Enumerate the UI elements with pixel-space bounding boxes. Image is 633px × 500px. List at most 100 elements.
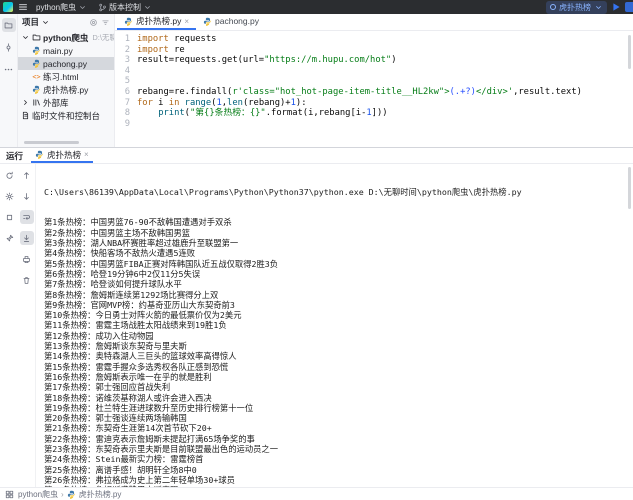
code-text: rebang=re.findall(r'class="hot_hot-page-…: [137, 87, 582, 98]
line-number: 9: [115, 119, 137, 130]
code-line: 8 print("第{}条热榜：{}".format(i,rebang[i-1]…: [115, 108, 633, 119]
arrow-down-button[interactable]: [20, 189, 34, 203]
stop-button[interactable]: [2, 210, 16, 224]
editor-tab-pachong.py[interactable]: pachong.py: [196, 14, 266, 30]
chevron-down-icon: [41, 18, 50, 27]
arrow-up-button[interactable]: [20, 168, 34, 182]
rerun-button[interactable]: [2, 168, 16, 182]
run-button[interactable]: [611, 2, 621, 12]
commit-tool-button[interactable]: [2, 40, 16, 54]
console-line: 第9条热榜：官网MVP榜：约基奇亚历山大东契奇前3: [44, 300, 633, 310]
code-line: 9: [115, 119, 633, 130]
run-config-selector[interactable]: 虎扑热榜: [546, 1, 607, 14]
pycharm-logo-icon: [3, 2, 13, 12]
console-line: 第24条热榜：Stein最新实力榜：雷霆榜首: [44, 454, 633, 464]
soft-wrap-button[interactable]: [20, 210, 34, 224]
html-icon: <>: [32, 72, 41, 81]
project-panel-header[interactable]: 项目: [18, 14, 114, 30]
activity-bar: [0, 14, 18, 147]
layout-windows-icon[interactable]: [5, 490, 14, 499]
debug-button[interactable]: [625, 2, 633, 12]
close-icon[interactable]: ×: [184, 17, 189, 26]
run-toolbar-secondary: [18, 164, 36, 487]
line-number: 4: [115, 66, 137, 77]
project-tool-window: 项目 python爬虫D:\无聊时间\p main.pypachong.py<>练…: [18, 14, 115, 147]
pin-button[interactable]: [2, 231, 16, 245]
branch-icon: [98, 3, 107, 12]
console-line: 第14条热榜：奥特森湖人三巨头的篮球效率高得惊人: [44, 351, 633, 361]
folder-tool-button[interactable]: [2, 18, 16, 32]
trash-button[interactable]: [20, 273, 34, 287]
tree-item-练习.html[interactable]: <>练习.html: [18, 70, 114, 83]
console-scrollbar[interactable]: [628, 167, 631, 209]
console-line: 第13条热榜：詹姆斯谈东契奇与里夫斯: [44, 341, 633, 351]
console-line: 第12条热榜：成功入住动物园: [44, 331, 633, 341]
line-number: 2: [115, 45, 137, 56]
editor-area: 虎扑热榜.py×pachong.py 1import requests2impo…: [115, 14, 633, 147]
folder-icon: [4, 21, 13, 30]
gear-button[interactable]: [2, 189, 16, 203]
horizontal-scrollbar[interactable]: [24, 141, 79, 144]
tree-item-python爬虫[interactable]: python爬虫D:\无聊时间\p: [18, 31, 114, 44]
tree-item-临时文件和控制台[interactable]: 临时文件和控制台: [18, 109, 114, 122]
console-line: 第10条热榜：今日勇士对阵火箭的最低票价仅为2美元: [44, 310, 633, 320]
tree-item-main.py[interactable]: main.py: [18, 44, 114, 57]
tree-item-label: 虎扑热榜.py: [43, 84, 88, 96]
code-editor[interactable]: 1import requests2import re3result=reques…: [115, 31, 633, 147]
console-line: 第25条热榜：离谱手感！胡明轩全场8中0: [44, 465, 633, 475]
tree-item-label: python爬虫: [43, 32, 88, 44]
editor-tab-label: 虎扑热榜.py: [136, 15, 181, 27]
soft-wrap-icon: [22, 213, 31, 222]
trash-icon: [22, 276, 31, 285]
hamburger-menu-icon[interactable]: [18, 2, 28, 12]
run-console[interactable]: C:\Users\86139\AppData\Local\Programs\Py…: [36, 164, 633, 487]
editor-scrollbar[interactable]: [628, 35, 631, 69]
python-icon: [32, 59, 41, 68]
run-panel-title: 运行: [6, 150, 23, 162]
code-line: 4: [115, 66, 633, 77]
arrow-down-icon: [22, 192, 31, 201]
run-toolbar-primary: [0, 164, 18, 487]
run-tab[interactable]: 虎扑热榜 ×: [31, 148, 93, 163]
tree-item-pachong.py[interactable]: pachong.py: [18, 57, 114, 70]
chevron-down-icon: [143, 3, 152, 12]
more-tool-button[interactable]: [2, 62, 16, 76]
line-number: 7: [115, 98, 137, 109]
python-icon: [32, 46, 41, 55]
tree-item-label: main.py: [43, 46, 73, 56]
breadcrumb-project[interactable]: python爬虫: [18, 489, 58, 500]
tree-item-虎扑热榜.py[interactable]: 虎扑热榜.py: [18, 83, 114, 96]
project-selector[interactable]: python爬虫: [33, 1, 90, 14]
rerun-icon: [5, 171, 14, 180]
print-icon: [22, 255, 31, 264]
python-icon: [124, 17, 133, 26]
tree-item-label: 外部库: [43, 97, 69, 109]
editor-tab-bar: 虎扑热榜.py×pachong.py: [115, 14, 633, 31]
console-line: 第4条热榜：快船客场不敌热火遭遇5连败: [44, 248, 633, 258]
scroll-end-button[interactable]: [20, 231, 34, 245]
line-number: 1: [115, 34, 137, 45]
chevron-down-icon: [21, 33, 30, 42]
tree-item-外部库[interactable]: 外部库: [18, 96, 114, 109]
console-line: 第21条热榜：东契奇生涯第14次首节砍下20+: [44, 423, 633, 433]
pin-icon: [5, 234, 14, 243]
breadcrumb-file[interactable]: 虎扑热榜.py: [79, 489, 122, 500]
titlebar: python爬虫 版本控制 虎扑热榜: [0, 0, 633, 14]
console-command-line: C:\Users\86139\AppData\Local\Programs\Py…: [44, 187, 633, 197]
chevron-right-icon: [21, 98, 30, 107]
console-line: 第8条热榜：詹姆斯连续第1292场比赛得分上双: [44, 290, 633, 300]
python-file-icon: [35, 150, 44, 159]
code-text: for i in range(1,len(rebang)+1):: [137, 98, 307, 109]
console-line: 第16条热榜：詹姆斯表示唯一在乎的就是胜利: [44, 372, 633, 382]
vcs-widget[interactable]: 版本控制: [95, 1, 155, 14]
python-file-icon: [67, 490, 76, 499]
svg-text:<>: <>: [32, 73, 40, 81]
close-icon[interactable]: ×: [84, 150, 89, 159]
editor-tab-虎扑热榜.py[interactable]: 虎扑热榜.py×: [117, 14, 196, 30]
locate-icon[interactable]: [89, 18, 98, 27]
print-button[interactable]: [20, 252, 34, 266]
gear-icon: [5, 192, 14, 201]
collapse-all-icon[interactable]: [101, 18, 110, 27]
library-icon: [32, 98, 41, 107]
scratch-icon: [21, 111, 30, 120]
